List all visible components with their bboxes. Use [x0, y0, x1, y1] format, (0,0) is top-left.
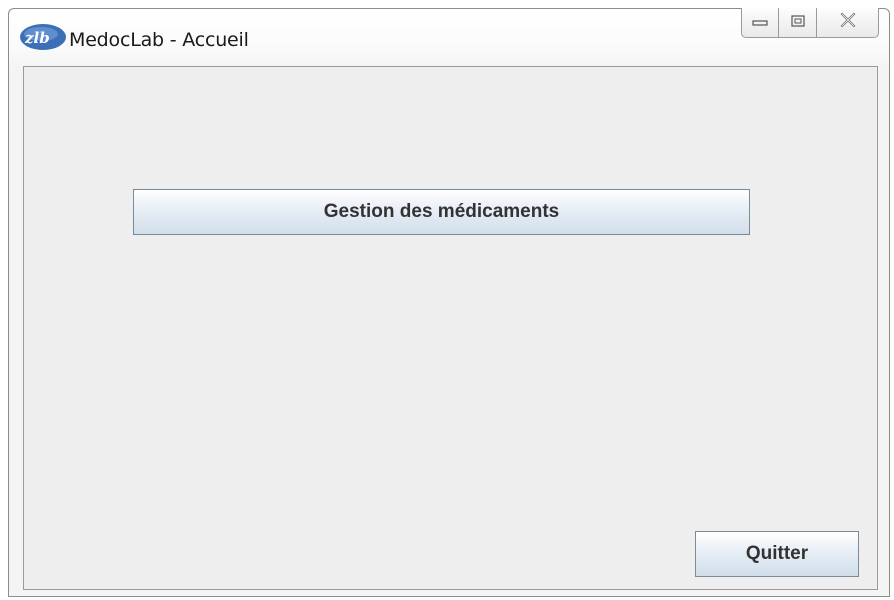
close-button[interactable] [817, 8, 879, 38]
main-panel: Gestion des médicaments Quitter [23, 66, 878, 590]
maximize-icon [790, 14, 805, 32]
medoclab-logo-icon: zlb [19, 23, 69, 51]
quit-button[interactable]: Quitter [695, 531, 859, 577]
caption-buttons [741, 8, 879, 38]
maximize-button[interactable] [779, 8, 817, 38]
close-icon [840, 12, 856, 32]
window-title: MedocLab - Accueil [69, 29, 249, 51]
minimize-icon [752, 14, 768, 32]
gestion-medicaments-button[interactable]: Gestion des médicaments [133, 189, 750, 235]
app-window: zlb MedocLab - Accueil Gestion des médic… [8, 8, 890, 597]
minimize-button[interactable] [741, 8, 779, 38]
title-bar[interactable]: zlb MedocLab - Accueil [9, 8, 889, 67]
svg-text:zlb: zlb [24, 29, 50, 47]
